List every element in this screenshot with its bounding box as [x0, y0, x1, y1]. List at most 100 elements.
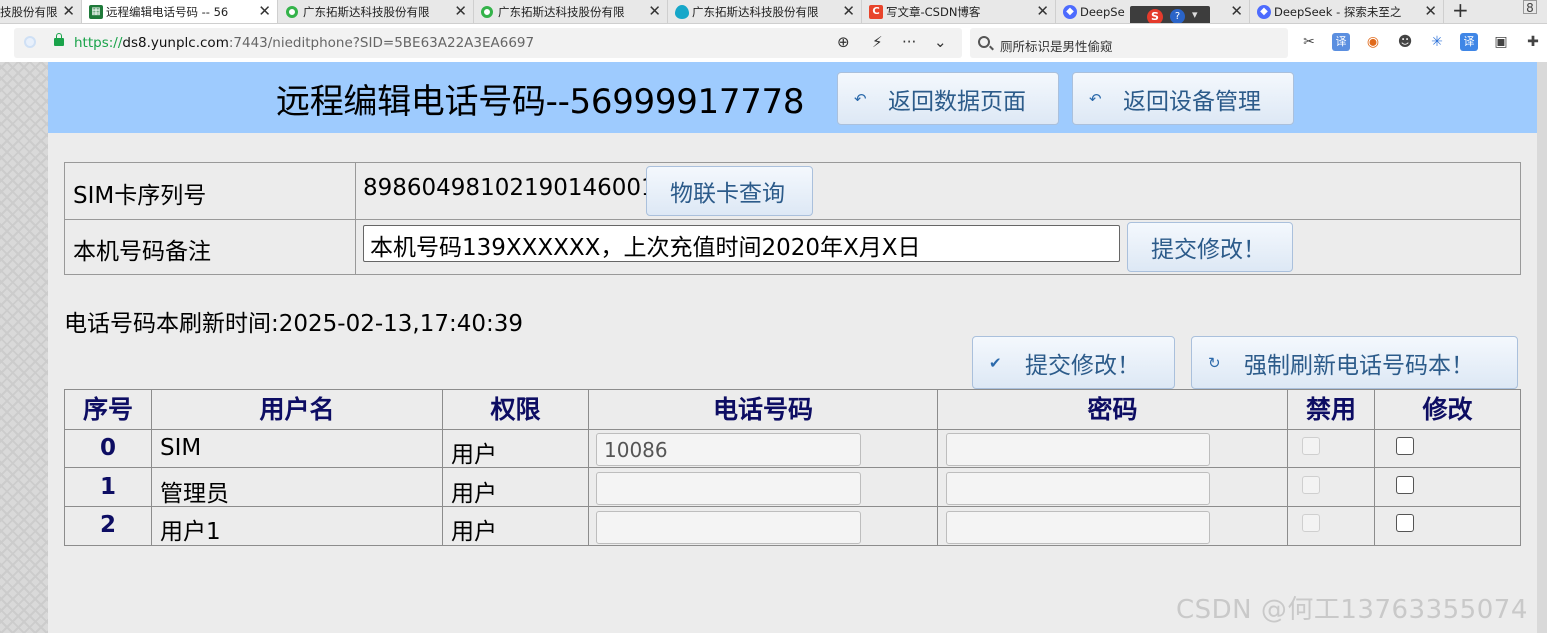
- close-tab-icon[interactable]: ✕: [1424, 0, 1437, 22]
- column-header-modify: 修改: [1422, 395, 1473, 424]
- modify-checkbox[interactable]: [1396, 437, 1414, 455]
- green-circle-icon: [286, 6, 298, 18]
- row-permission: 用户: [451, 519, 497, 545]
- button-label: 提交修改！: [1151, 237, 1266, 263]
- password-input[interactable]: [946, 511, 1210, 544]
- zoom-icon[interactable]: ⊕: [837, 33, 850, 51]
- password-input[interactable]: [946, 433, 1210, 466]
- back-to-data-page-button[interactable]: ↶ 返回数据页面: [837, 72, 1059, 125]
- help-icon[interactable]: ?: [1170, 9, 1185, 23]
- new-tab-button[interactable]: +: [1452, 0, 1469, 20]
- row-divider: [65, 467, 1520, 468]
- browser-tab-5[interactable]: C 写文章-CSDN博客 ✕: [862, 0, 1056, 23]
- security-info-icon[interactable]: [24, 36, 36, 48]
- phone-number-input[interactable]: 10086: [596, 433, 861, 466]
- refresh-icon: ↻: [1208, 353, 1221, 372]
- url-path: :7443/nieditphone?SID=5BE63A22A3EA6697: [228, 35, 535, 51]
- tab-title: DeepSeek - 探索未至之: [1274, 5, 1402, 19]
- spreadsheet-icon: ▦: [89, 5, 103, 19]
- modify-checkbox[interactable]: [1396, 476, 1414, 494]
- browser-tab-0[interactable]: 技股份有限 ✕: [0, 0, 82, 23]
- modify-checkbox[interactable]: [1396, 514, 1414, 532]
- phone-note-label: 本机号码备注: [73, 239, 211, 265]
- close-tab-icon[interactable]: ✕: [258, 0, 271, 22]
- sim-serial-value: 89860498102190146001: [363, 175, 656, 201]
- tab-title: 广东拓斯达科技股份有限: [692, 5, 819, 19]
- ime-toolbar[interactable]: S ? ▾: [1130, 6, 1210, 23]
- browser-tab-2[interactable]: 广东拓斯达科技股份有限 ✕: [279, 0, 474, 23]
- csdn-icon: C: [869, 5, 883, 19]
- close-tab-icon[interactable]: ✕: [1230, 0, 1243, 22]
- close-tab-icon[interactable]: ✕: [454, 0, 467, 22]
- submit-note-button[interactable]: 提交修改！: [1127, 222, 1293, 272]
- browser-tab-1[interactable]: ▦ 远程编辑电话号码 -- 56 ✕: [82, 0, 278, 23]
- column-header-phone: 电话号码: [712, 395, 813, 424]
- force-refresh-phonebook-button[interactable]: ↻ 强制刷新电话号码本！: [1191, 336, 1518, 389]
- row-username: 用户1: [160, 519, 221, 545]
- tab-title: 写文章-CSDN博客: [886, 5, 981, 19]
- chevron-down-icon[interactable]: ⌄: [934, 33, 947, 51]
- face-icon[interactable]: ☻: [1396, 33, 1414, 51]
- lightning-icon[interactable]: ⚡: [872, 33, 883, 51]
- url-field[interactable]: https://ds8.yunplc.com:7443/nieditphone?…: [14, 28, 962, 58]
- scissors-icon[interactable]: ✂: [1300, 33, 1318, 51]
- disable-checkbox[interactable]: [1302, 437, 1320, 455]
- back-to-device-management-button[interactable]: ↶ 返回设备管理: [1072, 72, 1294, 125]
- button-label: 返回数据页面: [888, 88, 1026, 115]
- column-header-username: 用户名: [259, 395, 335, 424]
- screenshot-icon[interactable]: ▣: [1492, 33, 1510, 51]
- background-pattern-left: [0, 62, 48, 633]
- disable-checkbox[interactable]: [1302, 476, 1320, 494]
- puzzle-icon[interactable]: ✚: [1524, 33, 1542, 51]
- phone-note-input[interactable]: 本机号码139XXXXXX，上次充值时间2020年X月X日: [363, 225, 1120, 262]
- game-icon[interactable]: ◉: [1364, 33, 1382, 51]
- water-drop-icon: [675, 5, 689, 19]
- more-icon[interactable]: ···: [902, 33, 916, 51]
- page-header: 远程编辑电话号码--56999917778 ↶ 返回数据页面 ↶ 返回设备管理: [48, 62, 1537, 133]
- deepseek-whale-icon: ◆: [1257, 5, 1271, 19]
- browser-tab-4[interactable]: 广东拓斯达科技股份有限 ✕: [668, 0, 862, 23]
- sogou-ime-icon: S: [1147, 9, 1163, 23]
- disable-checkbox[interactable]: [1302, 514, 1320, 532]
- close-tab-icon[interactable]: ✕: [648, 0, 661, 22]
- address-bar: https://ds8.yunplc.com:7443/nieditphone?…: [0, 25, 1547, 62]
- search-box[interactable]: 厕所标识是男性偷窥: [970, 28, 1288, 58]
- url-domain: ds8.yunplc.com: [122, 35, 229, 51]
- undo-arrow-icon: ↶: [1089, 89, 1102, 108]
- phone-number-input[interactable]: [596, 511, 861, 544]
- chevron-down-icon[interactable]: ▾: [1192, 8, 1198, 21]
- password-input[interactable]: [946, 472, 1210, 505]
- undo-arrow-icon: ↶: [854, 89, 867, 108]
- row-index: 0: [99, 435, 116, 461]
- submit-changes-button[interactable]: ✔ 提交修改！: [972, 336, 1175, 389]
- network-icon[interactable]: ✳: [1428, 33, 1446, 51]
- button-label: 返回设备管理: [1123, 88, 1261, 115]
- column-header-password: 密码: [1087, 395, 1138, 424]
- row-index: 1: [99, 474, 116, 500]
- row-permission: 用户: [451, 442, 497, 468]
- iot-card-query-button[interactable]: 物联卡查询: [646, 166, 813, 216]
- phonebook-refresh-time: 电话号码本刷新时间:2025-02-13,17:40:39: [64, 311, 524, 337]
- row-divider: [65, 219, 1520, 220]
- phonebook-table: 序号 用户名 权限 电话号码 密码 禁用 修改 0 SIM 用户 10086 1…: [64, 389, 1521, 546]
- row-index: 2: [99, 512, 116, 538]
- csdn-watermark: CSDN @何工13763355074: [1176, 595, 1528, 625]
- translate-icon[interactable]: 译: [1332, 33, 1350, 51]
- phone-number-input[interactable]: [596, 472, 861, 505]
- button-label: 强制刷新电话号码本！: [1244, 352, 1474, 379]
- close-tab-icon[interactable]: ✕: [1036, 0, 1049, 22]
- window-corner-button[interactable]: 8: [1523, 0, 1537, 15]
- browser-tab-3[interactable]: 广东拓斯达科技股份有限 ✕: [474, 0, 668, 23]
- checkmark-icon: ✔: [989, 353, 1002, 372]
- browser-tab-strip: 技股份有限 ✕ ▦ 远程编辑电话号码 -- 56 ✕ 广东拓斯达科技股份有限 ✕…: [0, 0, 1547, 24]
- close-tab-icon[interactable]: ✕: [842, 0, 855, 22]
- translate-icon[interactable]: 译: [1460, 33, 1478, 51]
- page-content: 远程编辑电话号码--56999917778 ↶ 返回数据页面 ↶ 返回设备管理 …: [48, 62, 1537, 633]
- green-circle-icon: [481, 6, 493, 18]
- close-tab-icon[interactable]: ✕: [62, 0, 75, 22]
- browser-tab-7[interactable]: ◆ DeepSeek - 探索未至之 ✕: [1250, 0, 1444, 23]
- device-info-table: SIM卡序列号 89860498102190146001 物联卡查询 本机号码备…: [64, 162, 1521, 275]
- deepseek-whale-icon: ◆: [1063, 5, 1077, 19]
- tab-title: 广东拓斯达科技股份有限: [498, 5, 625, 19]
- background-pattern-right: [1537, 62, 1547, 633]
